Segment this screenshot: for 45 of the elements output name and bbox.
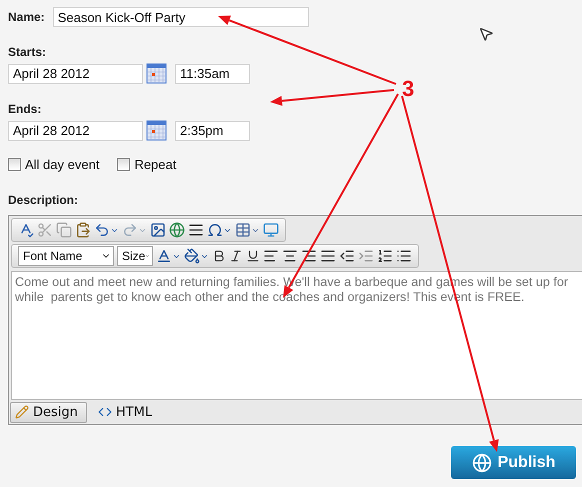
align-center-icon[interactable] (282, 248, 298, 264)
ends-label: Ends: (8, 102, 42, 116)
date-field[interactable]: April 28 2012 (8, 120, 143, 140)
align-left-icon[interactable] (263, 248, 279, 264)
mode-tab[interactable]: Design (10, 402, 87, 422)
time-field[interactable]: 2:35pm (175, 120, 250, 140)
align-right-icon[interactable] (301, 248, 317, 264)
justify-icon[interactable] (320, 248, 336, 264)
mouse-pointer-icon (478, 26, 494, 42)
outdent-icon[interactable] (339, 248, 355, 264)
time-field[interactable]: 11:35am (175, 64, 250, 84)
omega-icon[interactable] (207, 222, 232, 238)
annotation-number: 3 (402, 76, 414, 102)
table-icon[interactable] (235, 222, 260, 238)
globe-icon (472, 452, 492, 472)
underline-icon[interactable] (246, 249, 260, 263)
paint-bucket-icon[interactable] (184, 248, 209, 264)
name-field[interactable]: Season Kick-Off Party (52, 7, 309, 27)
globe-icon[interactable] (169, 222, 185, 238)
size-select[interactable]: Size (117, 246, 153, 266)
description-label: Description: (8, 193, 80, 207)
bold-icon[interactable] (212, 249, 226, 263)
italic-icon[interactable] (229, 249, 243, 263)
date-field[interactable]: April 28 2012 (8, 64, 143, 84)
starts-label: Starts: (8, 45, 48, 59)
undo-icon[interactable] (94, 222, 119, 238)
font-name-select[interactable]: Font Name (18, 246, 114, 266)
checkbox[interactable] (117, 158, 130, 171)
checkbox-label: All day event (25, 157, 100, 172)
monitor-icon[interactable] (263, 222, 279, 238)
bullet-list-icon[interactable] (396, 248, 412, 264)
name-label: Name: (8, 10, 45, 24)
checkbox[interactable] (8, 158, 21, 171)
font-color-icon[interactable] (156, 248, 181, 264)
horizontal-rule-icon[interactable] (188, 222, 204, 238)
numbered-list-icon[interactable] (377, 248, 393, 264)
code-icon (98, 405, 112, 419)
mode-tab[interactable]: HTML (92, 402, 162, 422)
calendar-icon[interactable] (146, 120, 167, 141)
checkbox-label: Repeat (134, 157, 176, 172)
paste-icon[interactable] (75, 222, 91, 238)
image-icon[interactable] (150, 222, 166, 238)
pencil-icon (15, 405, 29, 419)
calendar-icon[interactable] (146, 63, 167, 84)
publish-button[interactable]: Publish (451, 446, 576, 479)
